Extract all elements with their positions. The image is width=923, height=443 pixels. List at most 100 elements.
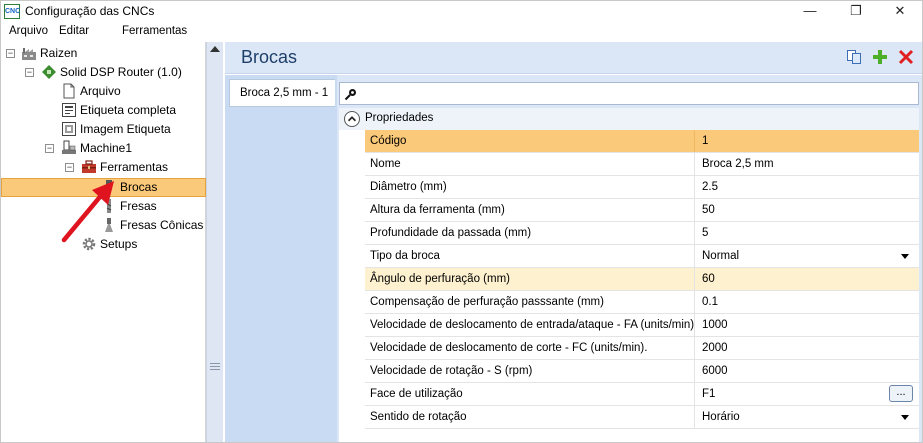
tree-item-etiqueta[interactable]: Etiqueta completa [1, 101, 206, 120]
collapse-toggle[interactable]: − [45, 144, 54, 153]
property-row-vel-entrada[interactable]: Velocidade de deslocamento de entrada/at… [365, 314, 919, 337]
copy-icon[interactable] [846, 49, 862, 65]
property-row-sentido[interactable]: Sentido de rotação Horário [365, 406, 919, 429]
maximize-button[interactable]: ❐ [833, 1, 879, 22]
property-value[interactable]: 1000 [696, 314, 919, 336]
cnc-app-icon: CNC [4, 4, 20, 19]
property-name: Sentido de rotação [365, 406, 695, 428]
factory-icon [22, 48, 36, 60]
property-value[interactable]: 0.1 [696, 291, 919, 313]
chevron-down-icon[interactable] [901, 254, 909, 259]
property-search-input[interactable] [339, 82, 919, 105]
property-row-diametro[interactable]: Diâmetro (mm) 2.5 [365, 176, 919, 199]
property-row-nome[interactable]: Nome Broca 2,5 mm [365, 153, 919, 176]
tree-label-raizen: Raizen [40, 46, 78, 60]
scroll-up-icon[interactable] [210, 46, 220, 52]
property-row-codigo[interactable]: Código 1 [365, 130, 919, 153]
collapse-toggle[interactable]: − [6, 49, 15, 58]
tree-item-ferramentas[interactable]: − Ferramentas [1, 158, 206, 177]
property-row-tipo-broca[interactable]: Tipo da broca Normal [365, 245, 919, 268]
router-icon [42, 65, 56, 79]
property-value[interactable]: 5 [696, 222, 919, 244]
menu-ferramentas[interactable]: Ferramentas [122, 25, 187, 37]
tree-label-ferramentas: Ferramentas [100, 160, 169, 174]
close-window-button[interactable]: ✕ [877, 1, 923, 22]
minimize-button[interactable]: — [787, 1, 833, 22]
splitter-grip[interactable] [210, 363, 220, 364]
property-row-profundidade[interactable]: Profundidade da passada (mm) 5 [365, 222, 919, 245]
config-tree: − Raizen − Solid DSP Router (1.0) Arquiv… [1, 42, 206, 442]
property-row-face[interactable]: Face de utilização F1 ... [365, 383, 919, 406]
tab-broca-2-5mm[interactable]: Broca 2,5 mm - 1 [229, 79, 335, 107]
search-icon [344, 89, 356, 101]
machine-icon [62, 140, 76, 154]
add-icon[interactable] [872, 49, 888, 65]
item-tab-strip: Broca 2,5 mm - 1 [225, 75, 337, 442]
property-value[interactable]: 60 [696, 268, 919, 290]
tree-item-machine[interactable]: − Machine1 [1, 139, 206, 158]
splitter-grip[interactable] [210, 369, 220, 370]
toolbox-icon [82, 160, 96, 173]
property-value[interactable]: 6000 [696, 360, 919, 382]
property-name: Velocidade de deslocamento de corte - FC… [365, 337, 695, 359]
image-label-icon [62, 122, 76, 136]
group-label: Propriedades [365, 112, 434, 124]
property-row-altura[interactable]: Altura da ferramenta (mm) 50 [365, 199, 919, 222]
document-icon [63, 83, 75, 99]
property-name: Tipo da broca [365, 245, 695, 267]
property-value-dropdown[interactable]: Normal [696, 245, 919, 267]
property-row-vel-rotacao[interactable]: Velocidade de rotação - S (rpm) 6000 [365, 360, 919, 383]
browse-button[interactable]: ... [889, 385, 913, 402]
dropdown-value: Horário [702, 411, 740, 423]
tree-label-router: Solid DSP Router (1.0) [60, 65, 182, 79]
property-name: Altura da ferramenta (mm) [365, 199, 695, 221]
tree-label-arquivo: Arquivo [80, 84, 121, 98]
tree-scrollbar[interactable] [206, 42, 223, 442]
property-name: Velocidade de deslocamento de entrada/at… [365, 314, 695, 336]
splitter-grip[interactable] [210, 366, 220, 367]
property-value[interactable]: 2000 [696, 337, 919, 359]
property-row-compensacao[interactable]: Compensação de perfuração passsante (mm)… [365, 291, 919, 314]
app-window: CNC Configuração das CNCs — ❐ ✕ Arquivo … [0, 0, 923, 443]
property-grid: Propriedades Código 1 Nome Broca 2,5 mm … [339, 108, 919, 442]
panel-title: Brocas [241, 47, 298, 67]
property-row-vel-corte[interactable]: Velocidade de deslocamento de corte - FC… [365, 337, 919, 360]
property-value-dropdown[interactable]: Horário [696, 406, 919, 428]
property-value[interactable]: F1 ... [696, 383, 919, 405]
grid-margin [339, 130, 365, 442]
chevron-down-icon[interactable] [901, 415, 909, 420]
property-row-angulo[interactable]: Ângulo de perfuração (mm) 60 [365, 268, 919, 291]
property-value[interactable]: Broca 2,5 mm [696, 153, 919, 175]
collapse-group-toggle[interactable] [344, 111, 360, 127]
window-title: Configuração das CNCs [25, 4, 155, 18]
title-bar: CNC Configuração das CNCs — ❐ ✕ [1, 1, 922, 22]
group-propriedades[interactable]: Propriedades [339, 108, 919, 130]
collapse-toggle[interactable]: − [65, 163, 74, 172]
delete-icon[interactable] [898, 49, 914, 65]
property-value[interactable]: 1 [696, 130, 919, 152]
property-name: Nome [365, 153, 695, 175]
collapse-toggle[interactable]: − [25, 68, 34, 77]
property-name: Diâmetro (mm) [365, 176, 695, 198]
annotation-arrow-icon [61, 181, 114, 243]
chevron-up-icon [347, 116, 357, 122]
property-value[interactable]: 2.5 [696, 176, 919, 198]
tree-item-router[interactable]: − Solid DSP Router (1.0) [1, 63, 206, 82]
tree-item-arquivo[interactable]: Arquivo [1, 82, 206, 101]
tree-item-raizen[interactable]: − Raizen [1, 44, 206, 63]
menu-arquivo[interactable]: Arquivo [9, 25, 48, 37]
property-name: Compensação de perfuração passsante (mm) [365, 291, 695, 313]
property-name: Face de utilização [365, 383, 695, 405]
tree-item-imagem[interactable]: Imagem Etiqueta [1, 120, 206, 139]
property-value[interactable]: 50 [696, 199, 919, 221]
tree-label-etiqueta: Etiqueta completa [80, 103, 177, 117]
label-icon [62, 103, 76, 117]
property-name: Profundidade da passada (mm) [365, 222, 695, 244]
tree-label-fresas-conicas: Fresas Cônicas [120, 218, 204, 232]
menu-editar[interactable]: Editar [59, 25, 89, 37]
menu-bar: Arquivo Editar Ferramentas [1, 22, 922, 42]
property-name: Ângulo de perfuração (mm) [365, 268, 695, 290]
property-name: Velocidade de rotação - S (rpm) [365, 360, 695, 382]
property-content: Propriedades Código 1 Nome Broca 2,5 mm … [337, 75, 922, 442]
property-name: Código [365, 130, 695, 152]
